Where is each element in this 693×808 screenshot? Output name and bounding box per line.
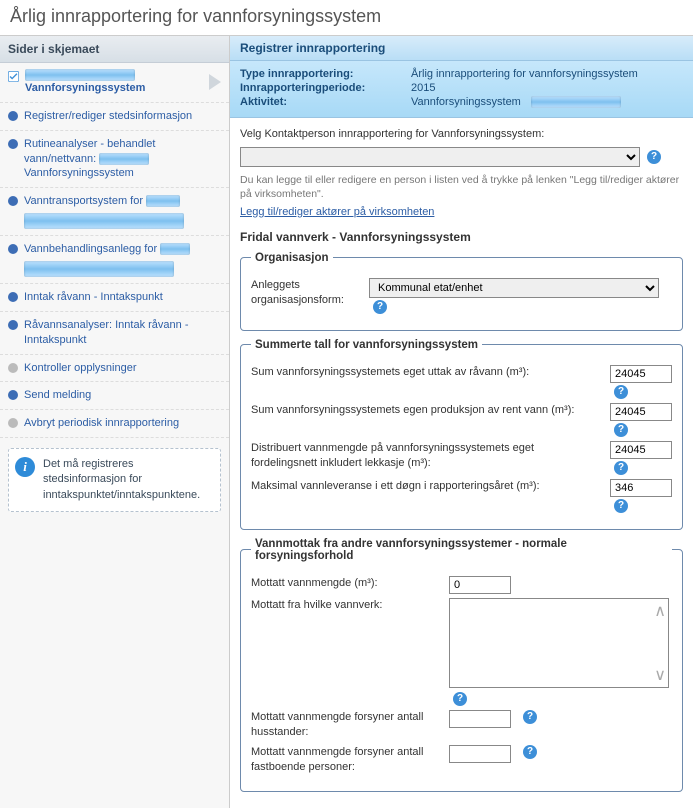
legend-organisasjon: Organisasjon <box>251 252 333 264</box>
sidebar-link[interactable]: Inntak råvann - Inntakspunkt <box>24 290 163 305</box>
layout-wrap: Sider i skjemaet Vannforsyningssystem Re… <box>0 35 693 808</box>
sidebar-item-vannforsyningssystem[interactable]: Vannforsyningssystem <box>0 63 229 103</box>
legend-summerte-tall: Summerte tall for vannforsyningssystem <box>251 339 482 351</box>
meta-block: Type innrapportering: Årlig innrapporter… <box>230 61 693 118</box>
redacted <box>99 153 149 165</box>
help-icon[interactable]: ? <box>614 461 628 475</box>
maksimal-input[interactable] <box>610 479 672 497</box>
sum-ravann-label: Sum vannforsyningssystemets eget uttak a… <box>251 365 602 380</box>
org-form-select[interactable]: Kommunal etat/enhet <box>369 278 659 298</box>
maksimal-label: Maksimal vannleveranse i ett døgn i rapp… <box>251 479 602 494</box>
fieldset-summerte-tall: Summerte tall for vannforsyningssystem S… <box>240 339 683 530</box>
redacted <box>160 243 190 255</box>
help-icon[interactable]: ? <box>614 385 628 399</box>
meta-period-label: Innrapporteringperiode: <box>240 82 405 94</box>
bullet-icon <box>8 390 18 400</box>
main-header: Registrer innrapportering <box>230 36 693 61</box>
page-title: Årlig innrapportering for vannforsynings… <box>0 0 693 35</box>
redacted <box>24 213 184 229</box>
redacted <box>146 195 180 207</box>
distribuert-label: Distribuert vannmengde på vannforsynings… <box>251 441 602 472</box>
distribuert-input[interactable] <box>610 441 672 459</box>
mottatt-fra-label: Mottatt fra hvilke vannverk: <box>251 598 441 613</box>
sidebar-item-kontroller[interactable]: Kontroller opplysninger <box>0 355 229 383</box>
arrow-next-icon[interactable] <box>209 74 221 90</box>
org-form-label: Anleggets organisasjonsform: <box>251 278 361 309</box>
legend-vannmottak: Vannmottak fra andre vannforsyningssyste… <box>251 538 672 562</box>
info-icon: i <box>15 457 35 477</box>
label-text: Vannforsyningssystem <box>24 167 134 179</box>
sidebar-item-avbryt[interactable]: Avbryt periodisk innrapportering <box>0 410 229 438</box>
redacted <box>24 261 174 277</box>
sum-ravann-input[interactable] <box>610 365 672 383</box>
bullet-icon <box>8 418 18 428</box>
fieldset-organisasjon: Organisasjon Anleggets organisasjonsform… <box>240 252 683 331</box>
help-icon[interactable]: ? <box>523 710 537 724</box>
edit-actors-link[interactable]: Legg til/rediger aktører på virksomheten <box>240 206 434 218</box>
personer-label: Mottatt vannmengde forsyner antall fastb… <box>251 745 441 776</box>
bullet-icon <box>8 196 18 206</box>
bullet-icon <box>8 320 18 330</box>
info-text: Det må registreres stedsinformasjon for … <box>43 458 200 501</box>
sidebar-link[interactable]: Vannforsyningssystem <box>25 82 145 94</box>
help-icon[interactable]: ? <box>614 423 628 437</box>
mottatt-mengde-label: Mottatt vannmengde (m³): <box>251 576 441 591</box>
scroll-up-icon[interactable]: ∧ <box>654 601 666 621</box>
sidebar-link[interactable]: Råvannsanalyser: Inntak råvann - Inntaks… <box>24 318 221 348</box>
sidebar-link[interactable]: Kontroller opplysninger <box>24 361 137 376</box>
sidebar-item-send-melding[interactable]: Send melding <box>0 382 229 410</box>
bullet-icon <box>8 111 18 121</box>
sum-rentvann-input[interactable] <box>610 403 672 421</box>
fieldset-vannmottak: Vannmottak fra andre vannforsyningssyste… <box>240 538 683 793</box>
info-box: i Det må registreres stedsinformasjon fo… <box>8 448 221 512</box>
body-section: Velg Kontaktperson innrapportering for V… <box>230 118 693 808</box>
meta-period-value: 2015 <box>411 82 435 94</box>
sidebar-link[interactable]: Send melding <box>24 388 91 403</box>
sidebar-link[interactable]: Rutineanalyser - behandlet vann/nettvann… <box>24 137 221 182</box>
help-icon[interactable]: ? <box>614 499 628 513</box>
help-icon[interactable]: ? <box>453 692 467 706</box>
husstander-label: Mottatt vannmengde forsyner antall husst… <box>251 710 441 741</box>
help-icon[interactable]: ? <box>523 745 537 759</box>
sidebar-item-stedsinformasjon[interactable]: Registrer/rediger stedsinformasjon <box>0 103 229 131</box>
help-icon[interactable]: ? <box>373 300 387 314</box>
sidebar-link[interactable]: Registrer/rediger stedsinformasjon <box>24 109 192 124</box>
sidebar-header: Sider i skjemaet <box>0 36 229 63</box>
sidebar-link[interactable]: Avbryt periodisk innrapportering <box>24 416 179 431</box>
check-icon <box>8 71 19 82</box>
sidebar-item-vanntransportsystem[interactable]: Vanntransportsystem for <box>0 188 229 236</box>
meta-activity-value: Vannforsyningssystem <box>411 96 521 108</box>
sidebar-item-rutineanalyser[interactable]: Rutineanalyser - behandlet vann/nettvann… <box>0 131 229 189</box>
help-icon[interactable]: ? <box>647 150 661 164</box>
husstander-input[interactable] <box>449 710 511 728</box>
hint-text: Du kan legge til eller redigere en perso… <box>240 173 683 202</box>
sidebar-link[interactable]: Vannbehandlingsanlegg for <box>24 242 190 277</box>
bullet-icon <box>8 244 18 254</box>
sidebar-link[interactable]: Vanntransportsystem for <box>24 194 184 229</box>
main-panel: Registrer innrapportering Type innrappor… <box>230 36 693 808</box>
sidebar-item-vannbehandlingsanlegg[interactable]: Vannbehandlingsanlegg for <box>0 236 229 284</box>
sidebar-item-inntak-ravann[interactable]: Inntak råvann - Inntakspunkt <box>0 284 229 312</box>
contact-select[interactable] <box>240 147 640 167</box>
label-text: Vanntransportsystem for <box>24 195 146 207</box>
label-text: Vannbehandlingsanlegg for <box>24 243 160 255</box>
sum-rentvann-label: Sum vannforsyningssystemets egen produks… <box>251 403 602 418</box>
meta-type-label: Type innrapportering: <box>240 68 405 80</box>
mottatt-mengde-input[interactable] <box>449 576 511 594</box>
sidebar: Sider i skjemaet Vannforsyningssystem Re… <box>0 36 230 808</box>
contact-label: Velg Kontaktperson innrapportering for V… <box>240 126 683 143</box>
meta-activity-label: Aktivitet: <box>240 96 405 108</box>
redacted <box>531 96 621 108</box>
sub-title: Fridal vannverk - Vannforsyningssystem <box>240 230 683 244</box>
meta-type-value: Årlig innrapportering for vannforsynings… <box>411 68 638 80</box>
mottatt-fra-textarea[interactable]: ∧ ∨ <box>449 598 669 688</box>
bullet-icon <box>8 139 18 149</box>
sidebar-item-ravannsanalyser[interactable]: Råvannsanalyser: Inntak råvann - Inntaks… <box>0 312 229 355</box>
bullet-icon <box>8 292 18 302</box>
redacted <box>25 69 135 81</box>
personer-input[interactable] <box>449 745 511 763</box>
scroll-down-icon[interactable]: ∨ <box>654 665 666 685</box>
bullet-icon <box>8 363 18 373</box>
